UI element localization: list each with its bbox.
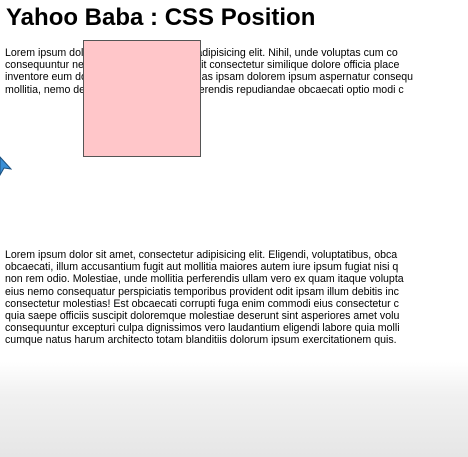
paragraph-line: quia saepe officiis suscipit doloremque … (5, 310, 400, 323)
paragraph-line: non rem odio. Molestiae, unde mollitia p… (5, 273, 404, 286)
paragraph-line: eius nemo consequatur perspiciatis tempo… (5, 285, 399, 298)
paragraph-2: Lorem ipsum dolor sit amet, consectetur … (5, 249, 468, 347)
paragraph-line: mollitia, nemo deleniti quibusdam illo p… (5, 83, 404, 96)
paragraph-line: consequuntur excepturi culpa dignissimos… (5, 322, 400, 335)
paragraph-line: obcaecati, illum accusantium fugit aut m… (5, 261, 399, 274)
page-title: Yahoo Baba : CSS Position (6, 4, 316, 31)
paragraph-line: Lorem ipsum dolor sit amet, consectetur … (5, 249, 398, 261)
paragraph-line: inventore eum dolorum accusamus adi quas… (5, 71, 414, 84)
annotation-arrow-icon (0, 156, 12, 177)
paragraph-line: Lorem ipsum dolor sit amet, consectetur … (5, 47, 398, 59)
paragraph-line: consequuntur nemo ipsum laboriosam velit… (5, 59, 400, 72)
paragraph-1: Lorem ipsum dolor sit amet, consectetur … (5, 47, 468, 96)
paragraph-line: consectetur molestias! Est obcaecati cor… (5, 297, 399, 310)
paragraph-line: cumque natus harum architecto totam blan… (5, 334, 397, 347)
positioned-box (83, 40, 201, 157)
